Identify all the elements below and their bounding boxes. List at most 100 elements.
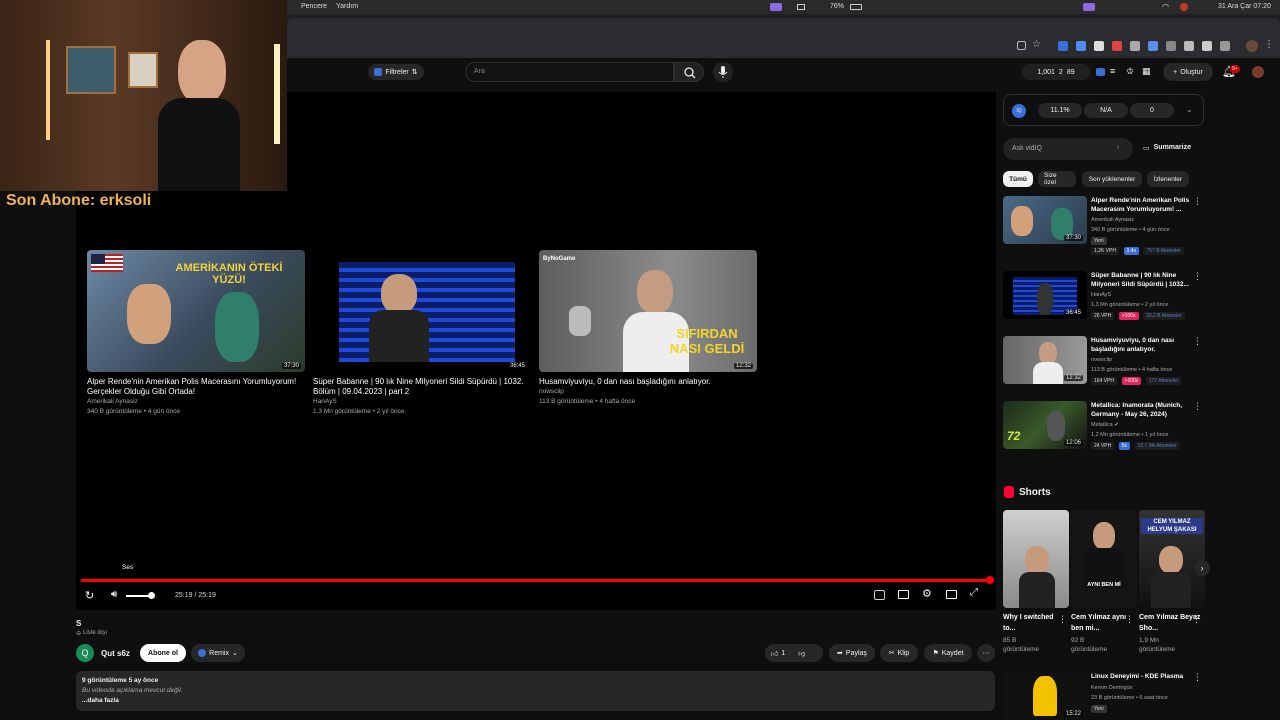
vidiq-logo-icon[interactable]: IQ (1012, 104, 1026, 118)
recommendation-item[interactable]: 36:45 Süper Babanne | 90 lık Nine Milyon… (1003, 271, 1208, 329)
more-icon[interactable]: ⋮ (1125, 614, 1134, 625)
recommendation-thumbnail[interactable]: 12:32 (1003, 336, 1087, 384)
menu-pencere[interactable]: Pencere (301, 3, 327, 10)
chip-for-you[interactable]: Size özel (1038, 171, 1076, 187)
short-title[interactable]: Cem Yılmaz aynı ben mi... (1071, 612, 1133, 634)
recommendation-item[interactable]: 12:32 Husamviyuviyu, 0 dan nası başladığ… (1003, 336, 1208, 394)
volume-handle[interactable] (148, 592, 155, 599)
like-icon[interactable]: 👍︎ (771, 649, 778, 658)
extension-icon[interactable] (1094, 41, 1104, 51)
more-icon[interactable]: ⋮ (1193, 401, 1202, 412)
recommendation-thumbnail[interactable]: 15:22 (1003, 672, 1087, 720)
description-box[interactable]: 9 görüntüleme 5 ay önce Bu videoda açıkl… (76, 671, 995, 711)
search-button[interactable] (674, 62, 704, 82)
recommendation-item[interactable]: 37:30 Alper Rende'nin Amerikan Polis Mac… (1003, 196, 1208, 255)
recommendation-title[interactable]: Linux Deneyimi - KDE Plasma (1091, 672, 1195, 681)
more-icon[interactable]: ⋮ (1058, 614, 1067, 625)
record-icon[interactable] (1180, 3, 1188, 11)
recommendation-item[interactable]: 15:22 Linux Deneyimi - KDE Plasma Kerem … (1003, 672, 1208, 720)
chip-watched[interactable]: İzlenenler (1147, 171, 1189, 187)
end-card-thumbnail[interactable]: AMERİKANIN ÖTEKİ YÜZÜ! 37:30 (87, 250, 305, 372)
chevron-down-icon[interactable]: ⌄ (1186, 105, 1193, 114)
shorts-next-button[interactable]: › (1194, 560, 1210, 576)
send-arrow-icon[interactable]: › (1117, 144, 1119, 151)
dislike-icon[interactable]: 👎︎ (798, 649, 805, 658)
end-card[interactable]: AMERİKANIN ÖTEKİ YÜZÜ! 37:30 Alper Rende… (87, 250, 305, 417)
extension-icon[interactable] (1202, 41, 1212, 51)
recommendation-item[interactable]: 72 12:06 Metallica: Inamorata (Munich, G… (1003, 401, 1208, 459)
more-icon[interactable]: ⋮ (1193, 196, 1202, 207)
recommendation-thumbnail[interactable]: 72 12:06 (1003, 401, 1087, 449)
end-card-title[interactable]: Süper Babanne | 90 lık Nine Milyoneri Si… (313, 377, 531, 397)
theater-mode-icon[interactable] (946, 590, 957, 599)
display-icon[interactable] (797, 4, 805, 10)
search-input[interactable]: Ara (465, 62, 674, 82)
end-card[interactable]: ByNoGame SIFIRDAN NASI GELDİ 12:32 Husam… (539, 250, 757, 407)
filters-button[interactable]: Filtreler ⇅ (368, 64, 424, 80)
short-thumbnail[interactable] (1003, 510, 1069, 608)
end-card-title[interactable]: Husamviyuviyu, 0 dan nası başladığını an… (539, 377, 757, 387)
recommendation-title[interactable]: Süper Babanne | 90 lık Nine Milyoneri Si… (1091, 271, 1195, 289)
extension-icon[interactable] (1076, 41, 1086, 51)
battery-icon[interactable] (850, 4, 862, 10)
more-icon[interactable]: ⋮ (1193, 271, 1202, 282)
extension-icon[interactable] (1148, 41, 1158, 51)
volume-icon[interactable]: 🔊︎ (111, 589, 117, 600)
clip-button[interactable]: ✂ Klip (880, 644, 918, 662)
bookmark-star-icon[interactable]: ☆ (1032, 39, 1041, 50)
recommendation-title[interactable]: Husamviyuviyu, 0 dan nası başladığını an… (1091, 336, 1195, 354)
more-actions-button[interactable]: ⋯ (977, 644, 995, 662)
list-icon[interactable]: ≡ (1110, 66, 1115, 76)
subtitles-icon[interactable] (898, 590, 909, 599)
progress-bar[interactable] (81, 576, 994, 584)
replay-icon[interactable]: ↻ (85, 589, 94, 602)
dashboard-icon[interactable]: ▦ (1142, 66, 1151, 77)
install-icon[interactable] (1017, 41, 1026, 50)
end-card-thumbnail[interactable]: ByNoGame SIFIRDAN NASI GELDİ 12:32 (539, 250, 757, 372)
extension-icon[interactable] (1058, 41, 1068, 51)
end-card-thumbnail[interactable]: 36:45 (313, 250, 531, 372)
short-thumbnail[interactable]: CEM YILMAZ HELYUM ŞAKASI (1139, 510, 1205, 608)
end-card[interactable]: 36:45 Süper Babanne | 90 lık Nine Milyon… (313, 250, 531, 417)
recommendation-title[interactable]: Metallica: Inamorata (Munich, Germany - … (1091, 401, 1195, 419)
fullscreen-icon[interactable]: ⤢ (970, 587, 978, 598)
summarize-button[interactable]: ▭ Summarize (1143, 144, 1191, 152)
recommendation-thumbnail[interactable]: 36:45 (1003, 271, 1087, 319)
profile-avatar[interactable] (1246, 40, 1258, 52)
extension-icon[interactable] (1112, 41, 1122, 51)
remix-button[interactable]: Remix ⌄ (191, 644, 245, 662)
short-title[interactable]: Why I switched to... (1003, 612, 1065, 634)
wifi-icon[interactable]: ◠ (1162, 2, 1169, 11)
description-more-link[interactable]: ...daha fazla (82, 696, 989, 706)
extension-icon[interactable] (1130, 41, 1140, 51)
extension-icon[interactable] (1184, 41, 1194, 51)
chip-all[interactable]: Tümü (1003, 171, 1033, 187)
trophy-icon[interactable]: ♔ (1126, 66, 1134, 77)
end-card-title[interactable]: Alper Rende'nin Amerikan Polis Macerasın… (87, 377, 305, 397)
control-icon[interactable] (1083, 3, 1095, 11)
menu-yardim[interactable]: Yardım (336, 3, 358, 10)
status-app-icon[interactable] (770, 3, 782, 11)
extension-icon[interactable] (1166, 41, 1176, 51)
active-tab[interactable] (287, 18, 1280, 36)
voice-search-button[interactable] (713, 62, 733, 82)
channel-name[interactable]: Qut s6z (101, 649, 130, 658)
subscribe-button[interactable]: Abone ol (140, 644, 186, 662)
share-button[interactable]: ➦ Paylaş (829, 644, 875, 662)
recommendation-title[interactable]: Alper Rende'nin Amerikan Polis Macerasın… (1091, 196, 1195, 214)
create-button[interactable]: + Oluştur (1163, 63, 1213, 81)
puzzle-icon[interactable] (1220, 41, 1230, 51)
recommendation-thumbnail[interactable]: 37:30 (1003, 196, 1087, 244)
vidiq-stats[interactable]: 1,001 2 89 (1021, 64, 1091, 80)
more-icon[interactable]: ⋮ (1193, 672, 1202, 683)
more-icon[interactable]: ⋮ (1193, 336, 1202, 347)
channel-avatar[interactable]: Q (76, 644, 94, 662)
browser-menu-icon[interactable]: ⋮ (1264, 39, 1274, 50)
ask-vidiq-input[interactable]: Ask vidIQ › (1003, 138, 1133, 160)
more-icon[interactable]: ⋮ (1192, 614, 1201, 625)
scrubber-handle[interactable] (986, 576, 994, 584)
short-thumbnail[interactable]: AYNI BEN Mİ (1071, 510, 1137, 608)
save-button[interactable]: ⚑ Kaydet (924, 644, 972, 662)
settings-gear-icon[interactable]: ⚙ (922, 587, 932, 600)
vidiq-player-icon[interactable] (874, 590, 885, 600)
